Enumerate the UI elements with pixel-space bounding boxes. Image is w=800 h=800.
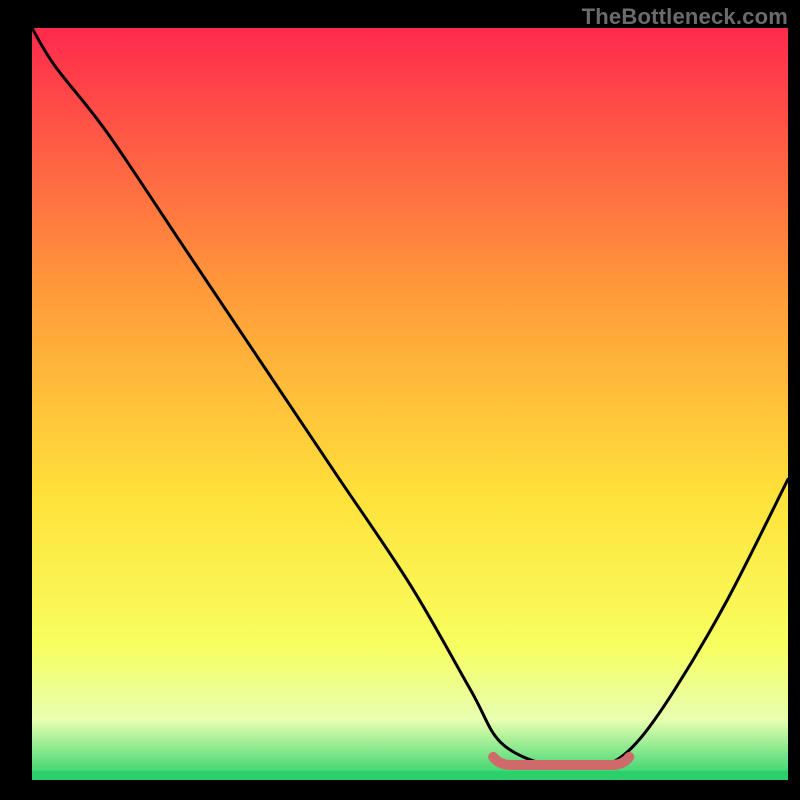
chart-frame: TheBottleneck.com	[0, 0, 800, 800]
border-right	[788, 0, 800, 800]
gradient-background	[32, 28, 788, 780]
chart-svg	[0, 0, 800, 800]
baseline-green-strip	[32, 771, 788, 780]
watermark-text: TheBottleneck.com	[582, 4, 788, 30]
border-left	[0, 0, 32, 800]
border-bottom	[0, 780, 800, 800]
